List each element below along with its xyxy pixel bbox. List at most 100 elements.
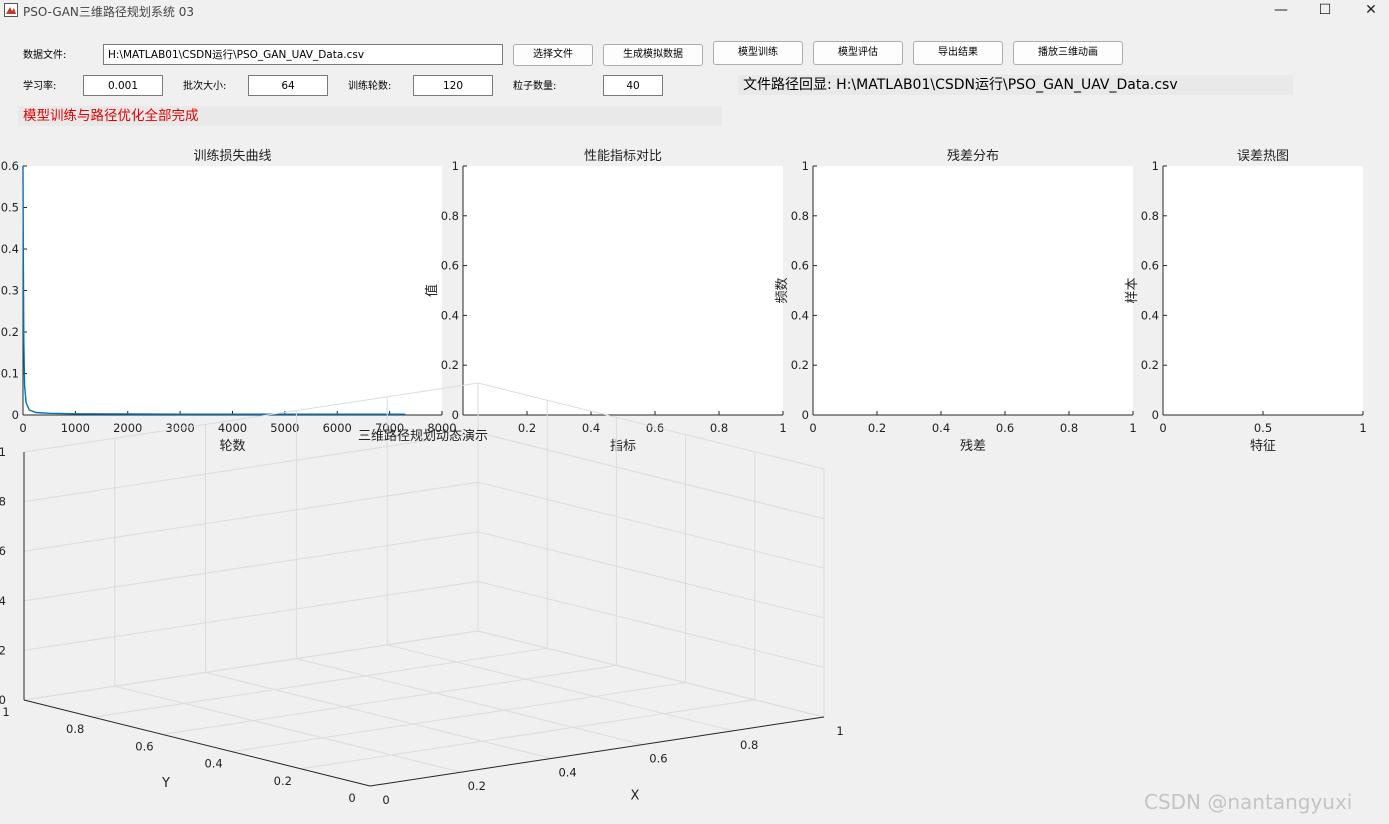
loss-x-tick-label: 4000 — [218, 421, 247, 435]
residual-x-tick-label: 0.6 — [996, 421, 1014, 435]
heatmap-chart: 0 0.5 1 0 0.2 0.4 0.6 0.8 1 误差热图特征 样本 — [1125, 149, 1367, 454]
batch-size-label: 批次大小: — [183, 81, 227, 92]
heatmap-x-tick-label: 0.5 — [1254, 421, 1272, 435]
metrics-y-tick-label: 0.6 — [441, 259, 459, 273]
metrics-y-tick-label: 0 — [452, 408, 459, 422]
path3d-z-tick-label: .4 — [0, 594, 6, 608]
grid-line — [231, 682, 686, 753]
grid-line — [162, 664, 617, 735]
grid-line — [477, 580, 825, 668]
residual-y-tick-label: 0 — [802, 408, 809, 422]
loss-x-label: 轮数 — [219, 439, 245, 454]
heatmap-y-tick-label: 1 — [1152, 159, 1159, 173]
grid-line — [477, 630, 825, 718]
residual-chart: 0 0.2 0.4 0.6 0.8 1 0 0.2 0.4 0.6 0.8 1 残差分布残差 频数 — [775, 149, 1137, 454]
csdn-watermark: CSDN @nantangyuxi — [1144, 790, 1353, 814]
heatmap-y-tick-label: 0 — [1152, 408, 1159, 422]
heatmap-y-tick-label: 0.8 — [1141, 209, 1159, 223]
title-bar: PSO-GAN三维路径规划系统 03 — ☐ ✕ — [0, 0, 1389, 22]
path3d-z-tick-label: .8 — [0, 495, 6, 509]
path3d-y-label: Y — [161, 776, 170, 791]
status-message: 模型训练与路径优化全部完成 — [18, 106, 722, 126]
close-button[interactable]: ✕ — [1348, 0, 1389, 22]
loss-series-line — [22, 165, 406, 415]
path3d-x-tick-label: 0.6 — [649, 752, 667, 766]
heatmap-y-tick-label: 0.4 — [1141, 308, 1159, 322]
residual-title: 残差分布 — [947, 149, 999, 164]
maximize-button[interactable]: ☐ — [1302, 0, 1348, 22]
file-path-echo: 文件路径回显: H:\MATLAB01\CSDN运行\PSO_GAN_UAV_D… — [738, 75, 1293, 95]
metrics-chart: 0.2 0.4 0.6 0.8 1 0 0.2 0.4 0.6 0.8 1 性能指标对比指标 值 — [424, 149, 787, 454]
grid-line — [23, 432, 479, 503]
epochs-label: 训练轮数: — [348, 81, 392, 92]
loss-y-tick-label: 0.4 — [1, 242, 19, 256]
grid-line — [477, 630, 825, 718]
residual-y-tick-label: 0.4 — [791, 308, 809, 322]
residual-x-tick-label: 0.4 — [932, 421, 950, 435]
path3d-x-tick-label: 0.4 — [558, 765, 576, 779]
particle-count-input[interactable]: 40 — [603, 75, 663, 96]
window-title: PSO-GAN三维路径规划系统 03 — [23, 5, 194, 19]
learning-rate-label: 学习率: — [23, 81, 57, 92]
loss-x-tick-label: 3000 — [165, 421, 194, 435]
grid-line — [369, 716, 825, 787]
learning-rate-input[interactable]: 0.001 — [83, 75, 163, 96]
epochs-input[interactable]: 120 — [413, 75, 493, 96]
path3d-y-axis — [23, 699, 371, 787]
metrics-y-tick-label: 0.2 — [441, 358, 459, 372]
path3d-y-tick-label: 0.2 — [274, 774, 292, 788]
grid-line — [23, 630, 479, 701]
metrics-y-tick-label: 0.8 — [441, 209, 459, 223]
heatmap-plot-area — [1163, 166, 1363, 415]
path3d-z-tick-label: .2 — [0, 643, 6, 657]
data-file-input[interactable]: H:\MATLAB01\CSDN运行\PSO_GAN_UAV_Data.csv — [103, 44, 503, 65]
path3d-x-label: X — [631, 789, 640, 804]
grid-line — [477, 531, 825, 619]
path3d-x-tick-label: 0.8 — [740, 738, 758, 752]
generate-data-button[interactable]: 生成模拟数据 — [603, 44, 703, 66]
metrics-y-tick-label: 0.4 — [441, 308, 459, 322]
grid-line — [23, 481, 479, 552]
heatmap-y-tick-label: 0.6 — [1141, 259, 1159, 273]
loss-x-tick-label: 5000 — [270, 421, 299, 435]
minimize-button[interactable]: — — [1258, 0, 1304, 22]
loss-title: 训练损失曲线 — [193, 149, 271, 164]
path3d-y-tick-label: 0.4 — [204, 757, 222, 771]
loss-x-tick-label: 8000 — [427, 421, 456, 435]
metrics-y-tick-label: 1 — [452, 159, 459, 173]
grid-line — [477, 481, 825, 569]
batch-size-input[interactable]: 64 — [248, 75, 328, 96]
train-model-button[interactable]: 模型训练 — [713, 41, 803, 65]
loss-y-tick-label: 0.1 — [1, 367, 19, 381]
metrics-x-tick-label: 0.8 — [710, 421, 728, 435]
loss-y-tick-label: 0.6 — [1, 159, 19, 173]
grid-line — [296, 658, 643, 746]
grid-line — [23, 531, 479, 602]
residual-y-tick-label: 0.2 — [791, 358, 809, 372]
grid-line — [23, 382, 479, 453]
path3d-x-tick-label: 0 — [382, 793, 389, 807]
evaluate-model-button[interactable]: 模型评估 — [813, 41, 903, 65]
loss-x-tick-label: 7000 — [375, 421, 404, 435]
loss-x-tick-label: 6000 — [323, 421, 352, 435]
residual-x-label: 残差 — [960, 439, 986, 454]
grid-line — [23, 580, 479, 651]
select-file-button[interactable]: 选择文件 — [513, 44, 593, 66]
export-results-button[interactable]: 导出结果 — [913, 41, 1003, 65]
play-3d-animation-button[interactable]: 播放三维动画 — [1013, 41, 1123, 65]
loss-plot-area — [23, 166, 442, 415]
path3d-z-tick-label: 1 — [0, 445, 6, 459]
grid-line — [300, 699, 755, 770]
heatmap-y-label: 样本 — [1125, 277, 1140, 303]
matlab-figure-icon — [4, 3, 18, 17]
residual-x-tick-label: 0.2 — [868, 421, 886, 435]
particle-count-label: 粒子数量: — [513, 81, 557, 92]
loss-chart: 0 1000 2000 3000 4000 5000 6000 7000 800000.10.2… — [1, 149, 457, 454]
grid-line — [23, 630, 479, 701]
metrics-x-tick-label: 0.2 — [518, 421, 536, 435]
metrics-plot-area — [463, 166, 783, 415]
loss-y-tick-label: 0 — [12, 408, 19, 422]
heatmap-y-tick-label: 0.2 — [1141, 358, 1159, 372]
path3d-z-tick-label: 0 — [0, 693, 6, 707]
residual-y-label: 频数 — [775, 277, 790, 303]
